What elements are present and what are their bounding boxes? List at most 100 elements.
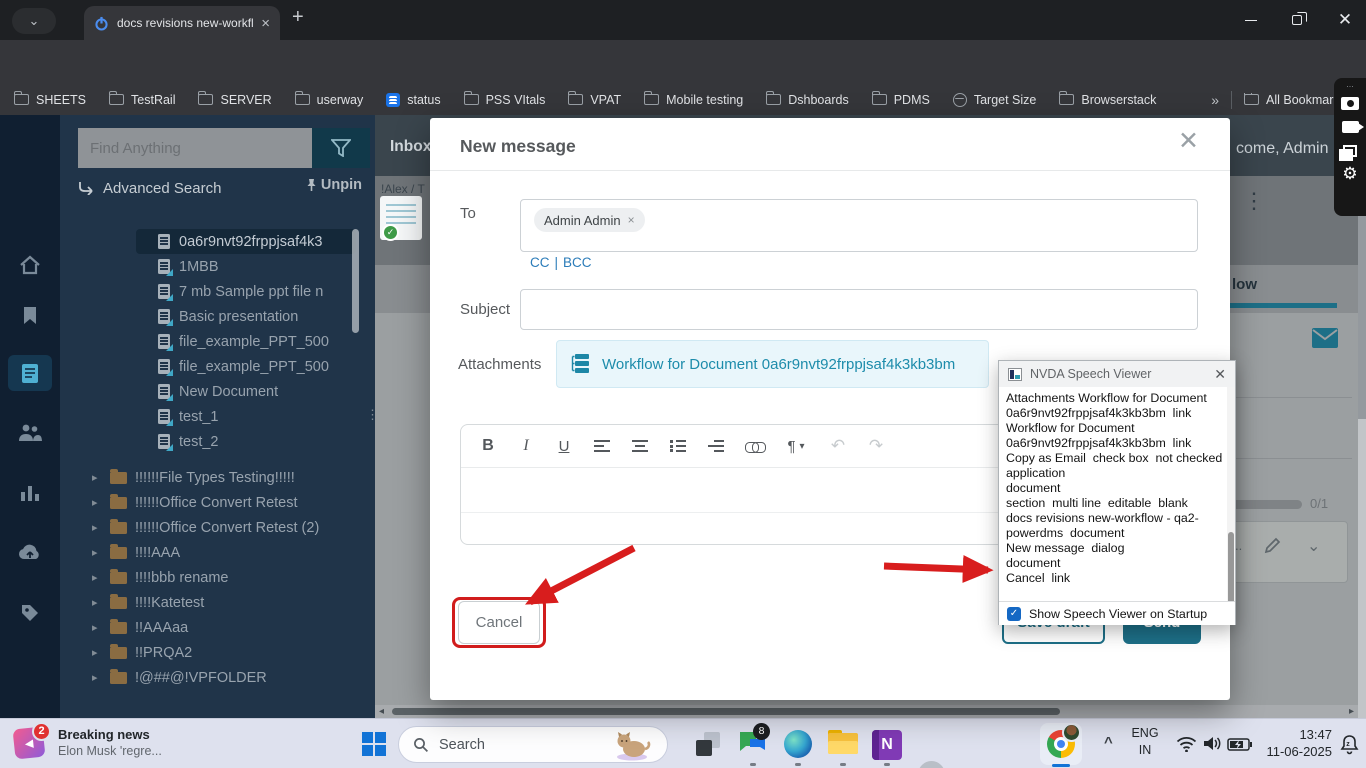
dialog-close-icon[interactable]: ✕ bbox=[1178, 126, 1199, 156]
globe-shield-icon[interactable] bbox=[918, 761, 945, 768]
folder-tree-item[interactable]: ▸ !!!!!!Office Convert Retest (2) bbox=[60, 515, 375, 540]
bookmark-nav-icon[interactable] bbox=[0, 306, 60, 326]
speech-viewer-log[interactable]: Attachments Workflow for Document0a6r9nv… bbox=[1000, 387, 1227, 601]
bookmark-item[interactable]: PSS VItals bbox=[464, 93, 546, 107]
align-right-button[interactable] bbox=[697, 429, 735, 463]
cc-link[interactable]: CC bbox=[530, 255, 550, 270]
sidebar-scrollbar-thumb[interactable] bbox=[352, 229, 359, 333]
onenote-icon[interactable]: N bbox=[872, 730, 902, 760]
document-tree-item[interactable]: New Document bbox=[60, 379, 375, 404]
bookmark-item[interactable]: SHEETS bbox=[14, 93, 86, 107]
italic-button[interactable]: I bbox=[507, 429, 545, 463]
bookmark-item[interactable]: SERVER bbox=[198, 93, 271, 107]
document-tree-item[interactable]: 7 mb Sample ppt file n bbox=[60, 279, 375, 304]
chip-remove-icon[interactable]: × bbox=[628, 213, 635, 227]
search-filter-button[interactable] bbox=[312, 128, 370, 168]
bookmark-item[interactable]: PDMS bbox=[872, 93, 930, 107]
document-tree-item[interactable]: file_example_PPT_500 bbox=[60, 354, 375, 379]
attachment-chip[interactable]: Workflow for Document 0a6r9nvt92frppjsaf… bbox=[556, 340, 989, 388]
startup-checkbox[interactable]: ✓ bbox=[1007, 607, 1021, 621]
find-anything-input[interactable] bbox=[78, 128, 312, 168]
folder-tree-item[interactable]: ▸ !!!!!!Office Convert Retest bbox=[60, 490, 375, 515]
people-icon[interactable] bbox=[0, 422, 60, 442]
underline-button[interactable]: U bbox=[545, 429, 583, 463]
speech-viewer-titlebar[interactable]: NVDA Speech Viewer ✕ bbox=[999, 361, 1235, 387]
browser-tab[interactable]: docs revisions new-workflow - × bbox=[84, 6, 280, 40]
tab-search-button[interactable]: ⌄ bbox=[12, 8, 56, 34]
to-field[interactable]: Admin Admin × bbox=[520, 199, 1198, 252]
document-tree-item[interactable]: 1MBB bbox=[60, 254, 375, 279]
widget-headline[interactable]: Breaking news bbox=[58, 727, 150, 742]
subject-input[interactable] bbox=[520, 289, 1198, 330]
caret-right-icon[interactable]: ▸ bbox=[92, 471, 102, 484]
folder-tree-item[interactable]: ▸ !!PRQA2 bbox=[60, 640, 375, 665]
cloud-upload-icon[interactable] bbox=[0, 543, 60, 561]
window-minimize-button[interactable] bbox=[1230, 0, 1272, 40]
ordered-list-button[interactable] bbox=[659, 429, 697, 463]
bold-button[interactable]: B bbox=[469, 429, 507, 463]
camera-icon[interactable] bbox=[1341, 97, 1359, 110]
all-bookmarks-button[interactable]: All Bookmar bbox=[1244, 93, 1340, 107]
workflow-tab-partial[interactable]: low bbox=[1232, 276, 1257, 293]
wifi-icon[interactable] bbox=[1176, 736, 1197, 752]
bookmark-item[interactable]: Mobile testing bbox=[644, 93, 743, 107]
envelope-icon[interactable] bbox=[1312, 328, 1338, 348]
tray-expand-chevron[interactable]: ^ bbox=[1104, 734, 1113, 751]
tag-icon[interactable] bbox=[0, 603, 60, 623]
caret-right-icon[interactable]: ▸ bbox=[92, 546, 102, 559]
page-horizontal-scrollbar-thumb[interactable] bbox=[392, 708, 1060, 715]
caret-right-icon[interactable]: ▸ bbox=[92, 571, 102, 584]
speaker-icon[interactable] bbox=[1203, 735, 1222, 752]
edge-browser-icon[interactable] bbox=[784, 730, 812, 758]
start-button[interactable] bbox=[362, 732, 386, 756]
folder-tree-item[interactable]: ▸ !@##@!VPFOLDER bbox=[60, 665, 375, 690]
folder-tree-item[interactable]: ▸ !!!!Katetest bbox=[60, 590, 375, 615]
sidebar-resize-grip[interactable]: ⋮ bbox=[366, 407, 375, 423]
folder-tree-item[interactable]: ▸ !!!!bbb rename bbox=[60, 565, 375, 590]
bookmark-item[interactable]: VPAT bbox=[568, 93, 621, 107]
layers-icon[interactable] bbox=[1343, 145, 1357, 157]
speech-viewer-scrollbar[interactable] bbox=[1227, 387, 1235, 601]
bookmark-item[interactable]: userway bbox=[295, 93, 364, 107]
notification-bell-icon[interactable]: z bbox=[1340, 734, 1359, 755]
document-tree-item[interactable]: Basic presentation bbox=[60, 304, 375, 329]
caret-right-icon[interactable]: ▸ bbox=[92, 596, 102, 609]
extension-menu-icon[interactable]: … bbox=[1346, 80, 1354, 89]
documents-nav-icon[interactable] bbox=[0, 363, 60, 384]
folder-tree-item[interactable]: ▸ !!!!!!File Types Testing!!!!! bbox=[60, 465, 375, 490]
bookmark-item[interactable]: Browserstack bbox=[1059, 93, 1156, 107]
caret-right-icon[interactable]: ▸ bbox=[92, 496, 102, 509]
bookmarks-overflow-chevron[interactable]: » bbox=[1211, 92, 1219, 108]
document-tree-item[interactable]: file_example_PPT_500 bbox=[60, 329, 375, 354]
page-horizontal-scrollbar[interactable]: ◂ ▸ bbox=[375, 705, 1358, 718]
document-tree-item[interactable]: test_2 bbox=[60, 429, 375, 454]
scroll-right-icon[interactable]: ▸ bbox=[1349, 705, 1354, 718]
bcc-link[interactable]: BCC bbox=[563, 255, 592, 270]
speech-viewer-close-icon[interactable]: ✕ bbox=[1214, 366, 1226, 383]
taskbar-search[interactable]: Search bbox=[398, 726, 668, 763]
tab-close-icon[interactable]: × bbox=[261, 15, 270, 32]
window-close-button[interactable]: ✕ bbox=[1324, 0, 1366, 40]
language-indicator[interactable]: ENG IN bbox=[1126, 725, 1164, 759]
bookmark-item[interactable]: Target Size bbox=[953, 93, 1037, 107]
home-icon[interactable] bbox=[0, 255, 60, 275]
recipient-chip[interactable]: Admin Admin × bbox=[534, 208, 645, 232]
bookmark-item[interactable]: TestRail bbox=[109, 93, 175, 107]
unpin-button[interactable]: Unpin bbox=[306, 177, 362, 193]
clock[interactable]: 13:47 11-06-2025 bbox=[1248, 726, 1332, 760]
document-tree-item[interactable]: 0a6r9nvt92frppjsaf4k3 bbox=[136, 229, 356, 254]
page-overflow-menu-icon[interactable]: ⋮ bbox=[1243, 188, 1265, 214]
file-explorer-icon[interactable] bbox=[828, 730, 858, 756]
caret-right-icon[interactable]: ▸ bbox=[92, 521, 102, 534]
caret-right-icon[interactable]: ▸ bbox=[92, 671, 102, 684]
window-restore-button[interactable] bbox=[1276, 0, 1318, 40]
gear-icon[interactable]: ⚙ bbox=[1342, 165, 1357, 183]
undo-button[interactable]: ↶ bbox=[819, 429, 857, 463]
inbox-doc-thumbnail[interactable]: ✓ bbox=[380, 196, 422, 240]
align-left-button[interactable] bbox=[583, 429, 621, 463]
align-center-button[interactable] bbox=[621, 429, 659, 463]
chrome-active-app[interactable] bbox=[1040, 723, 1082, 765]
link-button[interactable] bbox=[735, 429, 773, 463]
bookmark-item[interactable]: status bbox=[386, 93, 440, 107]
video-camera-icon[interactable] bbox=[1342, 121, 1359, 133]
